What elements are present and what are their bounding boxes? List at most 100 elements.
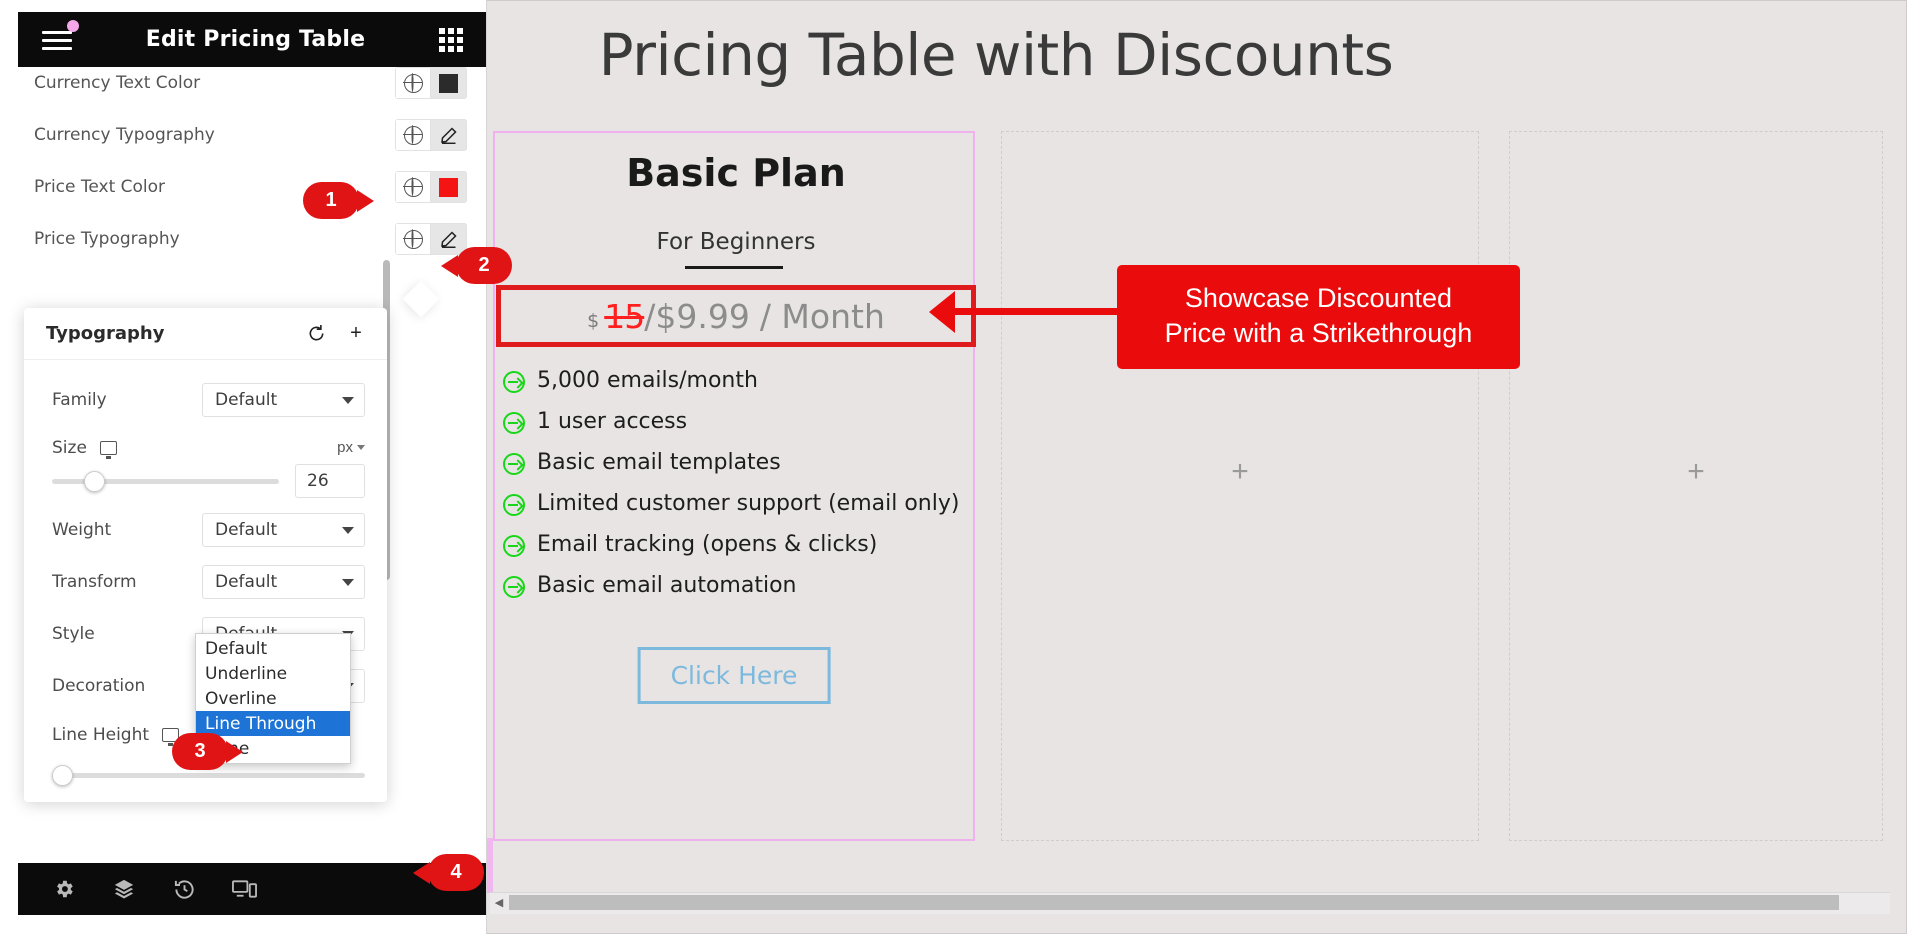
panel-title: Edit Pricing Table [145, 27, 366, 52]
step-number: 2 [478, 254, 490, 276]
desktop-device-icon[interactable] [99, 441, 117, 459]
field-label: Transform [52, 572, 137, 592]
popover-header-actions: + [299, 317, 373, 350]
color-swatch-button[interactable] [431, 67, 467, 99]
globe-icon[interactable] [395, 119, 431, 151]
price-currency: $ [587, 309, 600, 332]
setting-row-currency-text-color: Currency Text Color [18, 57, 486, 109]
transform-select[interactable]: Default [202, 565, 365, 599]
setting-row-price-text-color: Price Text Color [18, 161, 486, 213]
popover-header: Typography + [24, 308, 387, 360]
control-group [395, 171, 467, 203]
field-transform: Transform Default [24, 556, 387, 608]
option-overline[interactable]: Overline [196, 686, 350, 711]
scroll-left-arrow-icon[interactable]: ◀ [492, 895, 506, 910]
empty-column-3[interactable]: + [1509, 131, 1883, 841]
callout-stem [949, 308, 1121, 315]
callout-line-1: Showcase Discounted [1184, 283, 1453, 313]
popover-title: Typography [46, 323, 165, 344]
plan-subtitle: For Beginners [656, 229, 816, 255]
plus-icon[interactable]: + [1231, 457, 1249, 487]
weight-value: Default [215, 520, 278, 540]
list-item: Basic email templates [495, 445, 977, 480]
empty-column-2[interactable]: + [1001, 131, 1479, 841]
editor-panel: Edit Pricing Table Currency Text Color C… [0, 0, 487, 934]
step-number: 4 [450, 861, 462, 883]
callout-line-2: Price with a Strikethrough [1164, 318, 1473, 348]
step-badge-1: 1 [303, 182, 374, 219]
family-select[interactable]: Default [202, 383, 365, 417]
step-badge-3: 3 [172, 733, 243, 770]
badge-pointer [413, 861, 430, 884]
columns-container: Basic Plan For Beginners $ 15 / $9.99 / … [493, 131, 1883, 841]
chevron-down-icon [342, 526, 354, 534]
price-old-strikethrough: 15 [604, 296, 645, 336]
price-separator: / [644, 296, 656, 336]
size-label: Size [52, 438, 87, 458]
arrow-circle-icon [503, 535, 525, 557]
feature-text: 5,000 emails/month [537, 368, 758, 393]
canvas-horizontal-scrollbar-thumb[interactable] [509, 895, 1839, 910]
list-item: 1 user access [495, 404, 977, 439]
color-swatch-button[interactable] [431, 171, 467, 203]
setting-label: Price Text Color [34, 177, 166, 197]
notification-dot-icon [67, 19, 79, 32]
price-new: $9.99 [655, 296, 750, 336]
setting-label: Currency Text Color [34, 73, 201, 93]
chevron-down-icon [342, 578, 354, 586]
option-underline[interactable]: Underline [196, 661, 350, 686]
field-label: Style [52, 624, 95, 644]
plus-icon[interactable]: + [339, 317, 373, 350]
hamburger-icon[interactable] [42, 19, 79, 51]
line-height-slider[interactable] [52, 764, 365, 786]
badge-pointer [226, 740, 243, 763]
history-clock-icon[interactable] [154, 863, 214, 915]
setting-row-price-typography: Price Typography [18, 213, 486, 265]
step-number: 3 [194, 740, 206, 762]
step-number: 1 [325, 189, 337, 211]
feature-text: Limited customer support (email only) [537, 491, 960, 516]
globe-icon[interactable] [395, 223, 431, 255]
plus-icon[interactable]: + [1687, 457, 1705, 487]
weight-select[interactable]: Default [202, 513, 365, 547]
option-default[interactable]: Default [196, 636, 350, 661]
field-label: Decoration [52, 676, 146, 696]
line-height-label: Line Height [52, 725, 150, 745]
pricing-card-column[interactable]: Basic Plan For Beginners $ 15 / $9.99 / … [493, 131, 977, 841]
step-badge-4: 4 [413, 854, 484, 891]
list-item: Basic email automation [495, 568, 977, 603]
cta-button[interactable]: Click Here [637, 647, 831, 704]
pencil-edit-icon[interactable] [431, 119, 467, 151]
price-line: $ 15 / $9.99 / Month [587, 297, 885, 336]
reset-arrow-icon[interactable] [299, 317, 333, 350]
list-item: 5,000 emails/month [495, 363, 977, 398]
size-slider[interactable] [52, 470, 279, 492]
grid-apps-icon[interactable] [439, 27, 463, 52]
setting-label: Price Typography [34, 229, 180, 249]
list-item: Limited customer support (email only) [495, 486, 977, 521]
responsive-devices-icon[interactable] [214, 863, 274, 915]
badge-pointer [357, 189, 374, 212]
feature-list: 5,000 emails/month 1 user access Basic e… [495, 363, 977, 609]
feature-text: Email tracking (opens & clicks) [537, 532, 878, 557]
price-highlight-box: $ 15 / $9.99 / Month [496, 285, 976, 347]
setting-label: Currency Typography [34, 125, 215, 145]
slider-thumb[interactable] [52, 764, 73, 786]
option-line-through[interactable]: Line Through [196, 711, 350, 736]
field-label: Weight [52, 520, 112, 540]
feature-text: Basic email templates [537, 450, 781, 475]
plan-name: Basic Plan [626, 151, 846, 195]
slider-thumb[interactable] [83, 470, 105, 492]
layers-navigator-icon[interactable] [94, 863, 154, 915]
field-weight: Weight Default [24, 504, 387, 556]
arrow-circle-icon [503, 371, 525, 393]
settings-gear-icon[interactable] [34, 863, 94, 915]
globe-icon[interactable] [395, 171, 431, 203]
globe-icon[interactable] [395, 67, 431, 99]
control-group [395, 119, 467, 151]
transform-value: Default [215, 572, 278, 592]
arrow-circle-icon [503, 576, 525, 598]
annotation-callout: Showcase Discounted Price with a Striket… [1117, 265, 1520, 369]
pencil-edit-icon[interactable] [431, 223, 467, 255]
field-family: Family Default [24, 374, 387, 426]
